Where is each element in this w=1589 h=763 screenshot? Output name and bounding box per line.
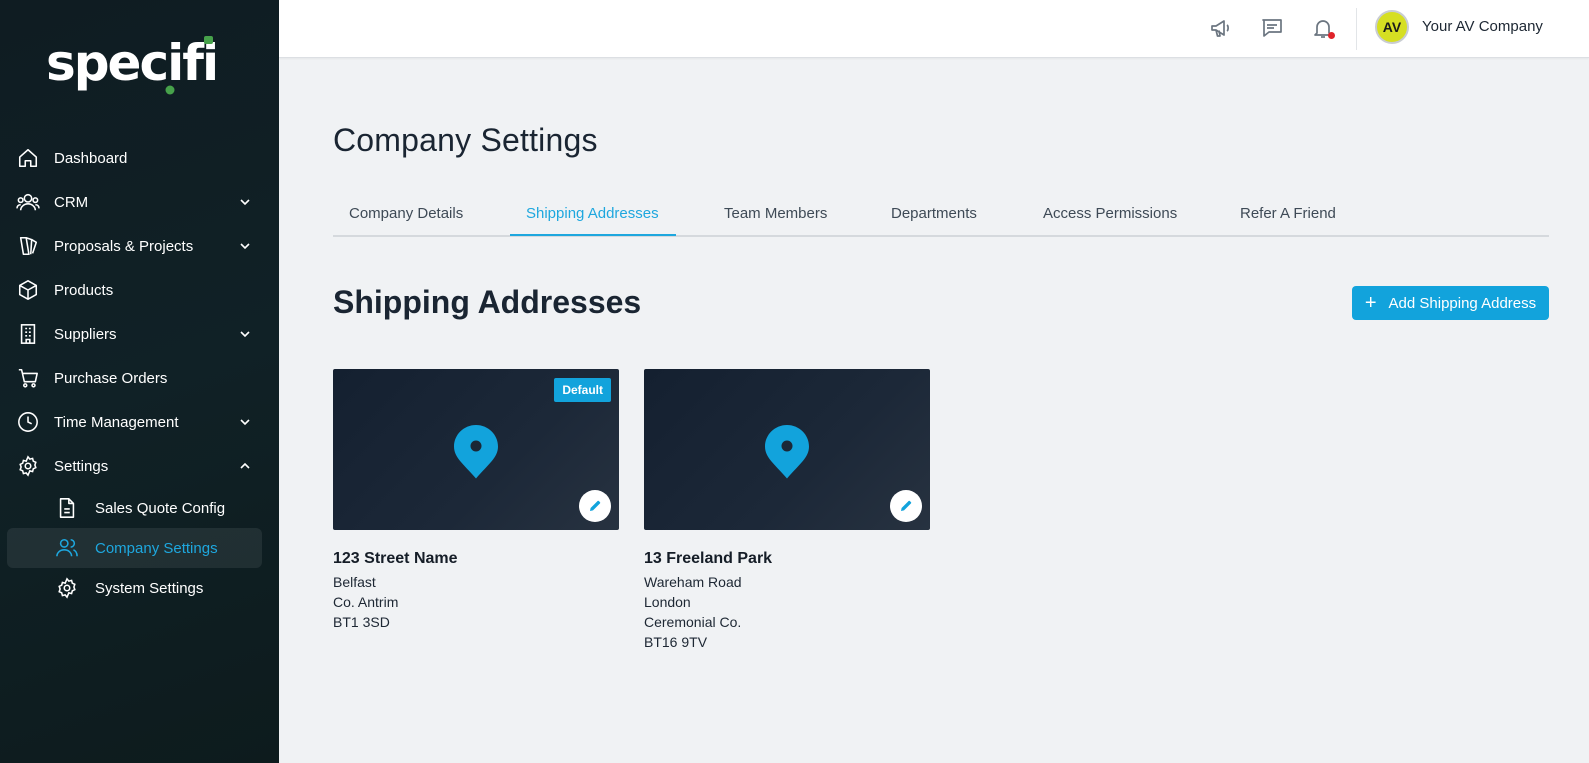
megaphone-icon[interactable] <box>1208 15 1234 41</box>
topbar-divider <box>1356 8 1357 50</box>
document-icon <box>56 497 78 519</box>
address-line: Ceremonial Co. <box>644 614 742 630</box>
building-icon <box>16 322 40 346</box>
specifi-logo[interactable]: specifi <box>46 32 216 96</box>
sidebar-item-label: Time Management <box>54 413 179 431</box>
sidebar-item-label: Sales Quote Config <box>95 499 226 517</box>
address-line: BT1 3SD <box>333 614 390 630</box>
address-line1: 123 Street Name <box>333 550 458 567</box>
chevron-down-icon[interactable] <box>238 327 252 341</box>
sidebar: specifi Dashboard CRM Proposals & Projec… <box>0 0 279 763</box>
bell-icon[interactable] <box>1310 15 1336 41</box>
address-details: 13 Freeland Park Wareham Road London Cer… <box>644 550 934 652</box>
add-shipping-address-label: Add Shipping Address <box>1388 294 1537 312</box>
cart-icon <box>16 366 40 390</box>
pencil-icon <box>590 500 601 511</box>
map-pin-icon <box>454 425 498 479</box>
sidebar-item-label: CRM <box>54 193 89 211</box>
sidebar-item-crm[interactable]: CRM <box>0 180 279 224</box>
address-line: London <box>644 594 691 610</box>
company-name[interactable]: Your AV Company <box>1422 18 1543 35</box>
sidebar-item-label: Dashboard <box>54 149 128 167</box>
topbar: AV Your AV Company <box>279 0 1589 58</box>
tab-access-permissions[interactable]: Access Permissions <box>1043 205 1177 222</box>
tab-company-details[interactable]: Company Details <box>349 205 463 222</box>
address-card[interactable]: Default <box>333 369 619 530</box>
svg-text:specifi: specifi <box>46 34 216 92</box>
clock-icon <box>16 410 40 434</box>
page-title: Company Settings <box>333 122 598 158</box>
address-line: Co. Antrim <box>333 594 399 610</box>
tab-shipping-addresses[interactable]: Shipping Addresses <box>526 205 659 222</box>
gear-icon <box>56 577 78 599</box>
users-icon <box>16 190 40 214</box>
settings-tabs: Company Details Shipping Addresses Team … <box>333 195 1549 237</box>
section-title: Shipping Addresses <box>333 284 642 320</box>
address-line: Wareham Road <box>644 574 742 590</box>
sidebar-subitem-company-settings[interactable]: Company Settings <box>7 528 262 568</box>
sidebar-item-dashboard[interactable]: Dashboard <box>0 136 279 180</box>
users-icon <box>56 537 78 559</box>
proposals-icon <box>16 234 40 258</box>
sidebar-item-products[interactable]: Products <box>0 268 279 312</box>
avatar[interactable]: AV <box>1375 10 1409 44</box>
map-pin-icon <box>765 425 809 479</box>
sidebar-subitem-system-settings[interactable]: System Settings <box>0 568 271 608</box>
address-card[interactable] <box>644 369 930 530</box>
plus-icon: + <box>1364 292 1377 314</box>
sidebar-item-label: Proposals & Projects <box>54 237 194 255</box>
chevron-down-icon[interactable] <box>238 195 252 209</box>
default-badge: Default <box>554 378 611 402</box>
edit-address-button[interactable] <box>890 490 922 522</box>
home-icon <box>16 146 40 170</box>
chevron-up-icon[interactable] <box>238 459 252 473</box>
sidebar-item-label: System Settings <box>95 579 204 597</box>
address-line1: 13 Freeland Park <box>644 550 773 567</box>
sidebar-item-label: Products <box>54 281 114 299</box>
sidebar-item-label: Purchase Orders <box>54 369 168 387</box>
sidebar-item-label: Company Settings <box>95 539 218 557</box>
sidebar-item-time-management[interactable]: Time Management <box>0 400 279 444</box>
chevron-down-icon[interactable] <box>238 415 252 429</box>
tab-departments[interactable]: Departments <box>891 205 977 222</box>
gear-icon <box>16 454 40 478</box>
sidebar-item-label: Suppliers <box>54 325 117 343</box>
notification-dot <box>1328 32 1335 39</box>
add-shipping-address-button[interactable]: + Add Shipping Address <box>1352 286 1549 320</box>
address-line: BT16 9TV <box>644 634 708 650</box>
chevron-down-icon[interactable] <box>238 239 252 253</box>
box-icon <box>16 278 40 302</box>
sidebar-item-label: Settings <box>54 457 109 475</box>
address-details: 123 Street Name Belfast Co. Antrim BT1 3… <box>333 550 623 632</box>
active-tab-indicator <box>510 234 676 236</box>
tab-refer-a-friend[interactable]: Refer A Friend <box>1240 205 1336 222</box>
sidebar-item-suppliers[interactable]: Suppliers <box>0 312 279 356</box>
chat-icon[interactable] <box>1259 15 1285 41</box>
sidebar-item-settings[interactable]: Settings <box>0 444 279 488</box>
edit-address-button[interactable] <box>579 490 611 522</box>
sidebar-subitem-sales-quote-config[interactable]: Sales Quote Config <box>0 488 271 528</box>
sidebar-item-proposals-projects[interactable]: Proposals & Projects <box>0 224 279 268</box>
address-line: Belfast <box>333 574 376 590</box>
tab-team-members[interactable]: Team Members <box>724 205 827 222</box>
logo-wordmark: specifi <box>46 34 216 95</box>
sidebar-nav: Dashboard CRM Proposals & Projects Produ… <box>0 136 279 608</box>
sidebar-item-purchase-orders[interactable]: Purchase Orders <box>0 356 279 400</box>
pencil-icon <box>901 500 912 511</box>
